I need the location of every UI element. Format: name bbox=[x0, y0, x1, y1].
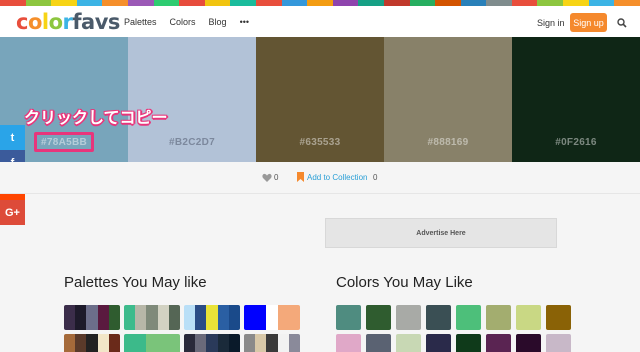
palette-color bbox=[277, 305, 289, 330]
palette-color bbox=[244, 334, 256, 352]
palette-color bbox=[228, 305, 240, 330]
palette-color bbox=[168, 334, 180, 352]
palette-color bbox=[124, 305, 136, 330]
twitter-icon[interactable]: t bbox=[0, 125, 25, 150]
palette-color bbox=[97, 305, 109, 330]
palette-color bbox=[277, 334, 289, 352]
palette-color bbox=[108, 334, 120, 352]
swatch-hex[interactable]: #B2C2D7 bbox=[128, 137, 256, 148]
swatch-3[interactable]: #635533 bbox=[256, 37, 384, 162]
palette-color bbox=[244, 305, 256, 330]
main-nav: Palettes Colors Blog ••• bbox=[124, 17, 262, 27]
palette-color bbox=[266, 334, 278, 352]
palette-color bbox=[195, 305, 207, 330]
google-plus-icon[interactable]: G+ bbox=[0, 200, 25, 225]
palette-color bbox=[255, 334, 267, 352]
nav-colors[interactable]: Colors bbox=[170, 17, 196, 27]
color-thumb[interactable] bbox=[396, 334, 421, 352]
palette-color bbox=[86, 334, 98, 352]
swatch-hex[interactable]: #888169 bbox=[384, 137, 512, 148]
palette-color bbox=[184, 334, 196, 352]
collection-count: 0 bbox=[373, 173, 378, 182]
palette-color bbox=[135, 305, 147, 330]
palette-color bbox=[168, 305, 180, 330]
palette-thumb[interactable] bbox=[244, 334, 300, 352]
palette-color bbox=[195, 334, 207, 352]
heart-icon[interactable] bbox=[262, 173, 272, 183]
palette-color bbox=[288, 334, 300, 352]
palette-thumb[interactable] bbox=[64, 334, 120, 352]
color-thumb[interactable] bbox=[516, 305, 541, 330]
copy-hint: クリックしてコピー bbox=[24, 110, 168, 127]
add-to-collection-link[interactable]: Add to Collection bbox=[307, 173, 367, 182]
palette-color bbox=[146, 305, 158, 330]
palette-color bbox=[217, 334, 229, 352]
color-thumb[interactable] bbox=[486, 305, 511, 330]
palette-color bbox=[97, 334, 109, 352]
swatch-2[interactable]: #B2C2D7 bbox=[128, 37, 256, 162]
hex-highlight-box bbox=[34, 132, 94, 152]
palette-color bbox=[146, 334, 158, 352]
palette-thumb[interactable] bbox=[64, 305, 120, 330]
palette-color bbox=[75, 305, 87, 330]
palette-thumb[interactable] bbox=[184, 305, 240, 330]
palette-color bbox=[64, 305, 76, 330]
palette-color bbox=[157, 334, 169, 352]
color-thumb[interactable] bbox=[546, 334, 571, 352]
palette-color bbox=[124, 334, 136, 352]
palette-color bbox=[206, 334, 218, 352]
search-icon[interactable] bbox=[617, 18, 627, 28]
like-count: 0 bbox=[274, 173, 279, 182]
palette-color bbox=[266, 305, 278, 330]
color-thumb[interactable] bbox=[336, 305, 361, 330]
nav-palettes[interactable]: Palettes bbox=[124, 17, 157, 27]
palette-thumb[interactable] bbox=[124, 334, 180, 352]
advertise-banner[interactable]: Advertise Here bbox=[325, 218, 557, 248]
palette-swatches: #78A5BB #B2C2D7 #635533 #888169 #0F2616 bbox=[0, 37, 640, 162]
nav-more[interactable]: ••• bbox=[240, 17, 249, 27]
palette-thumb[interactable] bbox=[184, 334, 240, 352]
swatch-5[interactable]: #0F2616 bbox=[512, 37, 640, 162]
palettes-section-title: Palettes You May like bbox=[64, 274, 207, 291]
color-thumb[interactable] bbox=[396, 305, 421, 330]
site-logo[interactable]: colorfavs bbox=[16, 10, 120, 34]
color-thumb[interactable] bbox=[486, 334, 511, 352]
palette-color bbox=[217, 305, 229, 330]
color-thumb[interactable] bbox=[366, 334, 391, 352]
swatch-hex[interactable]: #635533 bbox=[256, 137, 384, 148]
palette-color bbox=[86, 305, 98, 330]
palette-color bbox=[108, 305, 120, 330]
colors-section-title: Colors You May Like bbox=[336, 274, 473, 291]
color-thumb[interactable] bbox=[456, 334, 481, 352]
palette-color bbox=[255, 305, 267, 330]
color-thumb[interactable] bbox=[546, 305, 571, 330]
palette-color bbox=[75, 334, 87, 352]
site-header: colorfavs Palettes Colors Blog ••• Sign … bbox=[0, 6, 640, 37]
nav-blog[interactable]: Blog bbox=[209, 17, 227, 27]
palette-color bbox=[184, 305, 196, 330]
bookmark-icon bbox=[297, 172, 304, 182]
color-thumb[interactable] bbox=[336, 334, 361, 352]
color-thumb[interactable] bbox=[426, 334, 451, 352]
palette-color bbox=[157, 305, 169, 330]
palette-color bbox=[288, 305, 300, 330]
palette-color bbox=[206, 305, 218, 330]
color-thumb[interactable] bbox=[366, 305, 391, 330]
palette-thumb[interactable] bbox=[244, 305, 300, 330]
swatch-hex[interactable]: #0F2616 bbox=[512, 137, 640, 148]
swatch-4[interactable]: #888169 bbox=[384, 37, 512, 162]
color-thumb[interactable] bbox=[426, 305, 451, 330]
palette-color bbox=[64, 334, 76, 352]
palette-color bbox=[228, 334, 240, 352]
color-thumb[interactable] bbox=[516, 334, 541, 352]
signup-button[interactable]: Sign up bbox=[570, 13, 607, 32]
signin-link[interactable]: Sign in bbox=[537, 18, 565, 28]
palette-color bbox=[135, 334, 147, 352]
color-thumb[interactable] bbox=[456, 305, 481, 330]
palette-thumb[interactable] bbox=[124, 305, 180, 330]
